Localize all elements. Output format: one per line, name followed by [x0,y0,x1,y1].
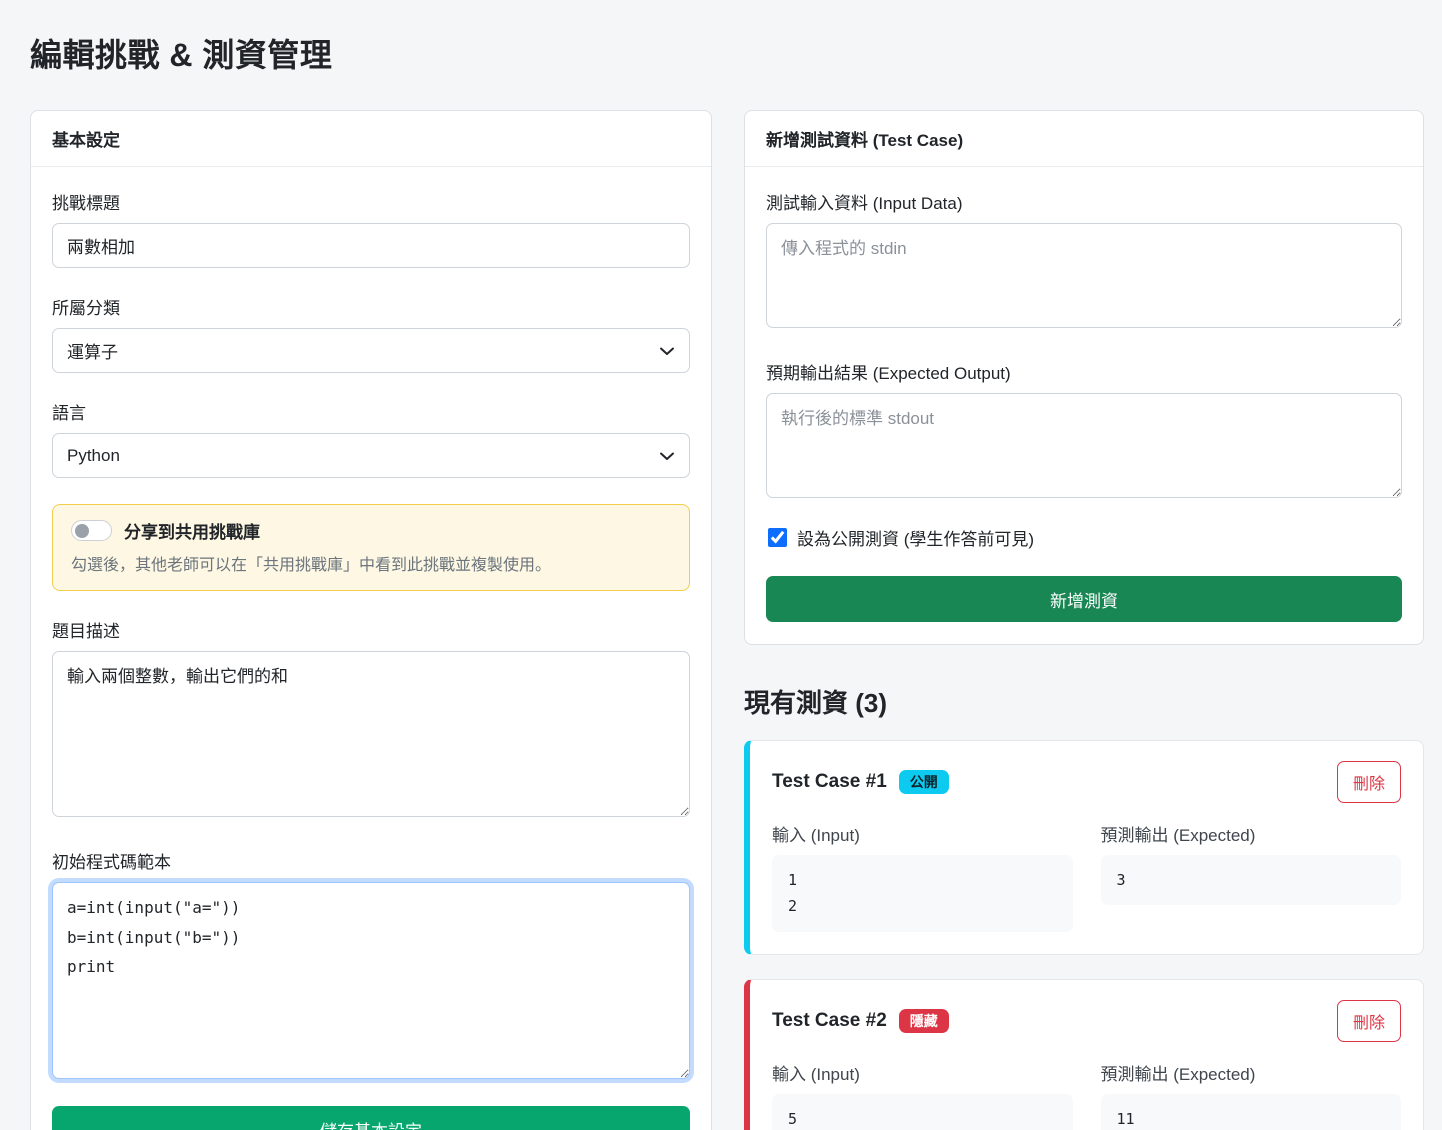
description-textarea[interactable]: 輸入兩個整數，輸出它們的和 [52,651,690,817]
chevron-down-icon [659,448,675,464]
chevron-down-icon [659,343,675,359]
test-case-card: Test Case #2 隱藏 刪除 輸入 (Input) 5 6 預測輸出 (… [744,979,1424,1130]
public-badge: 公開 [899,770,949,794]
description-label: 題目描述 [52,617,690,642]
test-input-label: 測試輸入資料 (Input Data) [766,189,1402,214]
category-label: 所屬分類 [52,294,690,319]
page: 編輯挑戰 & 測資管理 基本設定 挑戰標題 所屬分類 運算子 [0,0,1442,1130]
challenge-title-label: 挑戰標題 [52,189,690,214]
category-select[interactable]: 運算子 [52,328,690,373]
test-input-textarea[interactable] [766,223,1402,328]
language-label: 語言 [52,399,690,424]
category-select-value: 運算子 [67,338,118,363]
hidden-badge: 隱藏 [899,1009,949,1033]
basic-settings-header: 基本設定 [31,111,711,167]
delete-test-case-button[interactable]: 刪除 [1337,1000,1401,1042]
share-toggle-label: 分享到共用挑戰庫 [124,518,260,543]
challenge-title-input[interactable] [52,223,690,268]
case-expected-value: 11 [1101,1094,1402,1130]
share-toggle[interactable] [71,520,112,541]
page-title: 編輯挑戰 & 測資管理 [30,30,1442,76]
expected-output-label: 預期輸出結果 (Expected Output) [766,359,1402,384]
case-expected-label: 預測輸出 (Expected) [1101,1060,1402,1085]
starter-code-textarea[interactable]: a=int(input("a=")) b=int(input("b=")) pr… [52,882,690,1079]
basic-settings-card: 基本設定 挑戰標題 所屬分類 運算子 語言 [30,110,712,1130]
new-test-case-header: 新增測試資料 (Test Case) [745,111,1423,167]
public-test-checkbox[interactable] [768,528,787,547]
toggle-knob [75,524,89,538]
new-test-case-card: 新增測試資料 (Test Case) 測試輸入資料 (Input Data) 預… [744,110,1424,645]
language-select[interactable]: Python [52,433,690,478]
public-test-checkbox-label: 設為公開測資 (學生作答前可見) [797,525,1034,550]
expected-output-textarea[interactable] [766,393,1402,498]
test-case-title: Test Case #2 [772,1010,887,1032]
share-to-library-box: 分享到共用挑戰庫 勾選後，其他老師可以在「共用挑戰庫」中看到此挑戰並複製使用。 [52,504,690,591]
starter-code-label: 初始程式碼範本 [52,848,690,873]
delete-test-case-button[interactable]: 刪除 [1337,761,1401,803]
case-expected-label: 預測輸出 (Expected) [1101,821,1402,846]
case-input-label: 輸入 (Input) [772,821,1073,846]
existing-tests-heading: 現有測資 (3) [744,683,1424,720]
case-input-value: 5 6 [772,1094,1073,1130]
case-input-label: 輸入 (Input) [772,1060,1073,1085]
test-case-card: Test Case #1 公開 刪除 輸入 (Input) 1 2 預測輸出 (… [744,740,1424,955]
language-select-value: Python [67,446,120,466]
case-expected-value: 3 [1101,855,1402,905]
add-test-case-button[interactable]: 新增測資 [766,576,1402,622]
case-input-value: 1 2 [772,855,1073,932]
share-toggle-description: 勾選後，其他老師可以在「共用挑戰庫」中看到此挑戰並複製使用。 [71,551,671,575]
save-basic-settings-button[interactable]: 儲存基本設定 [52,1106,690,1130]
test-case-title: Test Case #1 [772,771,887,793]
